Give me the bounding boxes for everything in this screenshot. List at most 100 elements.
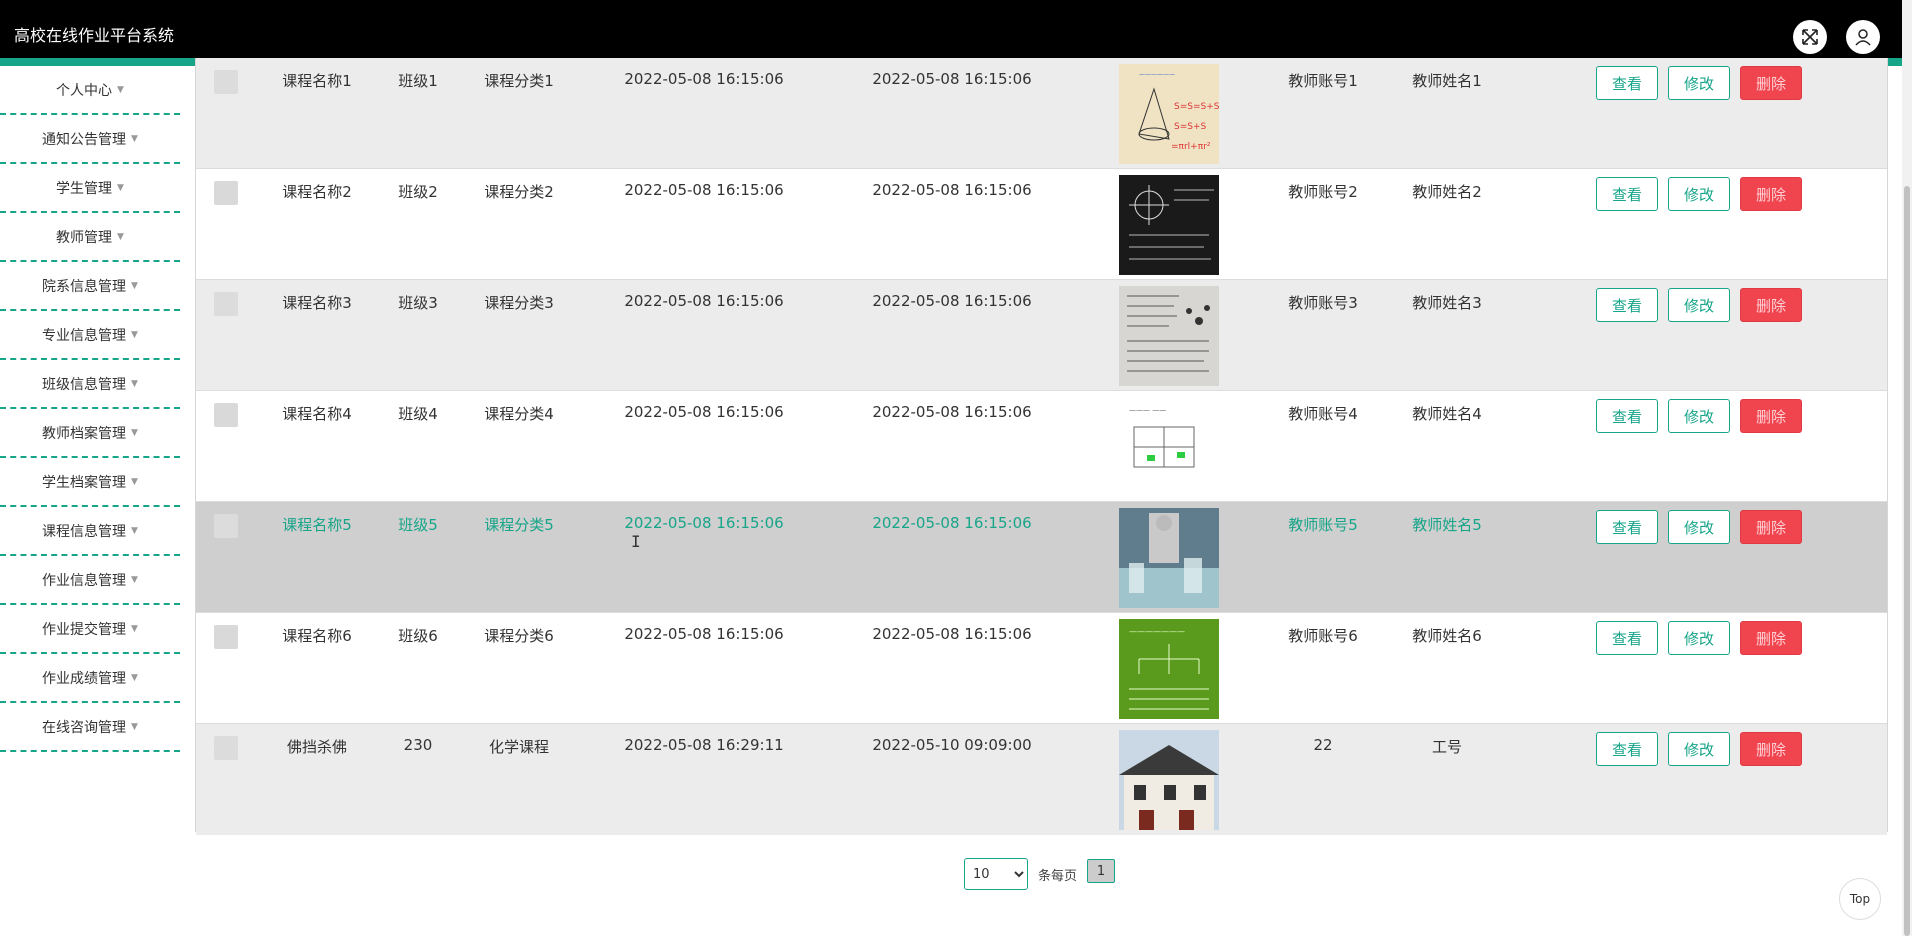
sidebar-item[interactable]: 作业成绩管理 ▼ [0,654,180,703]
page-number-button[interactable]: 1 [1087,859,1116,883]
svg-text:S=S=S+S: S=S=S+S [1174,102,1219,112]
fullscreen-icon [1802,29,1818,45]
svg-text:S=S+S: S=S+S [1174,122,1207,132]
page-size-select[interactable]: 10 [964,858,1028,890]
course-name: 课程名称4 [282,405,352,423]
sidebar-item-label: 作业信息管理 [42,572,127,589]
edit-button[interactable]: 修改 [1668,288,1730,322]
teacher-account: 教师账号1 [1288,72,1358,90]
table-row[interactable]: 课程名称6 班级6 课程分类6 2022-05-08 16:15:06 2022… [196,613,1887,724]
class-name: 230 [403,736,433,754]
caret-down-icon: ▼ [131,574,138,585]
course-category: 课程分类1 [484,72,554,90]
class-name: 班级4 [398,405,438,423]
course-name: 课程名称5 [282,516,352,534]
caret-down-icon: ▼ [131,427,138,438]
sidebar-item[interactable]: 院系信息管理 ▼ [0,262,180,311]
edit-button[interactable]: 修改 [1668,177,1730,211]
sidebar-item-label: 课程信息管理 [42,523,127,540]
fullscreen-button[interactable] [1793,20,1827,54]
edit-button[interactable]: 修改 [1668,732,1730,766]
row-checkbox[interactable] [214,292,238,316]
course-name: 课程名称2 [282,183,352,201]
svg-text:=πrl+πr²: =πrl+πr² [1171,142,1211,152]
table-row[interactable]: 课程名称4 班级4 课程分类4 2022-05-08 16:15:06 2022… [196,391,1887,502]
sidebar-item-label: 教师档案管理 [42,425,127,442]
row-checkbox[interactable] [214,403,238,427]
sidebar-item[interactable]: 专业信息管理 ▼ [0,311,180,360]
delete-button[interactable]: 删除 [1740,66,1802,100]
view-button[interactable]: 查看 [1596,177,1658,211]
table-row[interactable]: 课程名称1 班级1 课程分类1 2022-05-08 16:15:06 2022… [196,58,1887,169]
row-checkbox[interactable] [214,625,238,649]
sidebar-item[interactable]: 教师管理 ▼ [0,213,180,262]
teacher-name: 教师姓名5 [1412,516,1482,534]
sidebar-item[interactable]: 教师档案管理 ▼ [0,409,180,458]
sidebar-item[interactable]: 在线咨询管理 ▼ [0,703,180,752]
caret-down-icon: ▼ [131,476,138,487]
sidebar-item[interactable]: 学生管理 ▼ [0,164,180,213]
sidebar-item[interactable]: 作业提交管理 ▼ [0,605,180,654]
table-row[interactable]: 课程名称2 班级2 课程分类2 2022-05-08 16:15:06 2022… [196,169,1887,280]
delete-button[interactable]: 删除 [1740,399,1802,433]
sidebar-item[interactable]: 作业信息管理 ▼ [0,556,180,605]
view-button[interactable]: 查看 [1596,288,1658,322]
teacher-name: 教师姓名4 [1412,405,1482,423]
table-row[interactable]: 课程名称3 班级3 课程分类3 2022-05-08 16:15:06 2022… [196,280,1887,391]
course-category: 课程分类6 [484,627,554,645]
view-button[interactable]: 查看 [1596,66,1658,100]
delete-button[interactable]: 删除 [1740,621,1802,655]
course-image [1119,508,1219,608]
sidebar-item-label: 作业提交管理 [42,621,127,638]
end-time: 2022-05-08 16:15:06 [872,292,1032,310]
view-button[interactable]: 查看 [1596,399,1658,433]
table-row[interactable]: 佛挡杀佛 230 化学课程 2022-05-08 16:29:11 2022-0… [196,724,1887,835]
back-to-top-button[interactable]: Top [1839,878,1881,920]
delete-button[interactable]: 删除 [1740,510,1802,544]
caret-down-icon: ▼ [131,623,138,634]
sidebar-item[interactable]: 课程信息管理 ▼ [0,507,180,556]
start-time: 2022-05-08 16:15:06 [624,625,784,643]
row-checkbox[interactable] [214,736,238,760]
caret-down-icon: ▼ [131,133,138,144]
edit-button[interactable]: 修改 [1668,399,1730,433]
edit-button[interactable]: 修改 [1668,621,1730,655]
delete-button[interactable]: 删除 [1740,177,1802,211]
edit-button[interactable]: 修改 [1668,510,1730,544]
sidebar-item[interactable]: 学生档案管理 ▼ [0,458,180,507]
svg-text:———————: ——————— [1129,627,1185,636]
svg-text:——— ——: ——— —— [1129,406,1166,414]
view-button[interactable]: 查看 [1596,732,1658,766]
sidebar-item[interactable]: 个人中心 ▼ [0,66,180,115]
course-name: 佛挡杀佛 [286,738,348,756]
sidebar-item-label: 学生档案管理 [42,474,127,491]
sidebar-item-label: 班级信息管理 [42,376,127,393]
delete-button[interactable]: 删除 [1740,288,1802,322]
row-checkbox[interactable] [214,181,238,205]
sidebar-item[interactable]: 通知公告管理 ▼ [0,115,180,164]
sidebar-item[interactable]: 班级信息管理 ▼ [0,360,180,409]
caret-down-icon: ▼ [131,329,138,340]
class-name: 班级1 [398,72,438,90]
delete-button[interactable]: 删除 [1740,732,1802,766]
start-time: 2022-05-08 16:15:06 [624,403,784,421]
course-category: 化学课程 [488,738,550,756]
start-time: 2022-05-08 16:15:06 [624,70,784,88]
course-image [1119,175,1219,275]
end-time: 2022-05-10 09:09:00 [872,736,1032,754]
view-button[interactable]: 查看 [1596,510,1658,544]
row-checkbox[interactable] [214,514,238,538]
edit-button[interactable]: 修改 [1668,66,1730,100]
course-category: 课程分类4 [484,405,554,423]
view-button[interactable]: 查看 [1596,621,1658,655]
course-image [1119,730,1219,830]
sidebar-item-label: 通知公告管理 [42,131,127,148]
scrollbar-thumb[interactable] [1904,186,1910,936]
user-menu-button[interactable] [1846,20,1880,54]
caret-down-icon: ▼ [117,84,124,95]
row-checkbox[interactable] [214,70,238,94]
course-name: 课程名称3 [282,294,352,312]
end-time: 2022-05-08 16:15:06 [872,181,1032,199]
pagination: 10 条每页 1 [964,858,1116,890]
table-row[interactable]: 课程名称5 班级5 课程分类5 2022-05-08 16:15:06 2022… [196,502,1887,613]
